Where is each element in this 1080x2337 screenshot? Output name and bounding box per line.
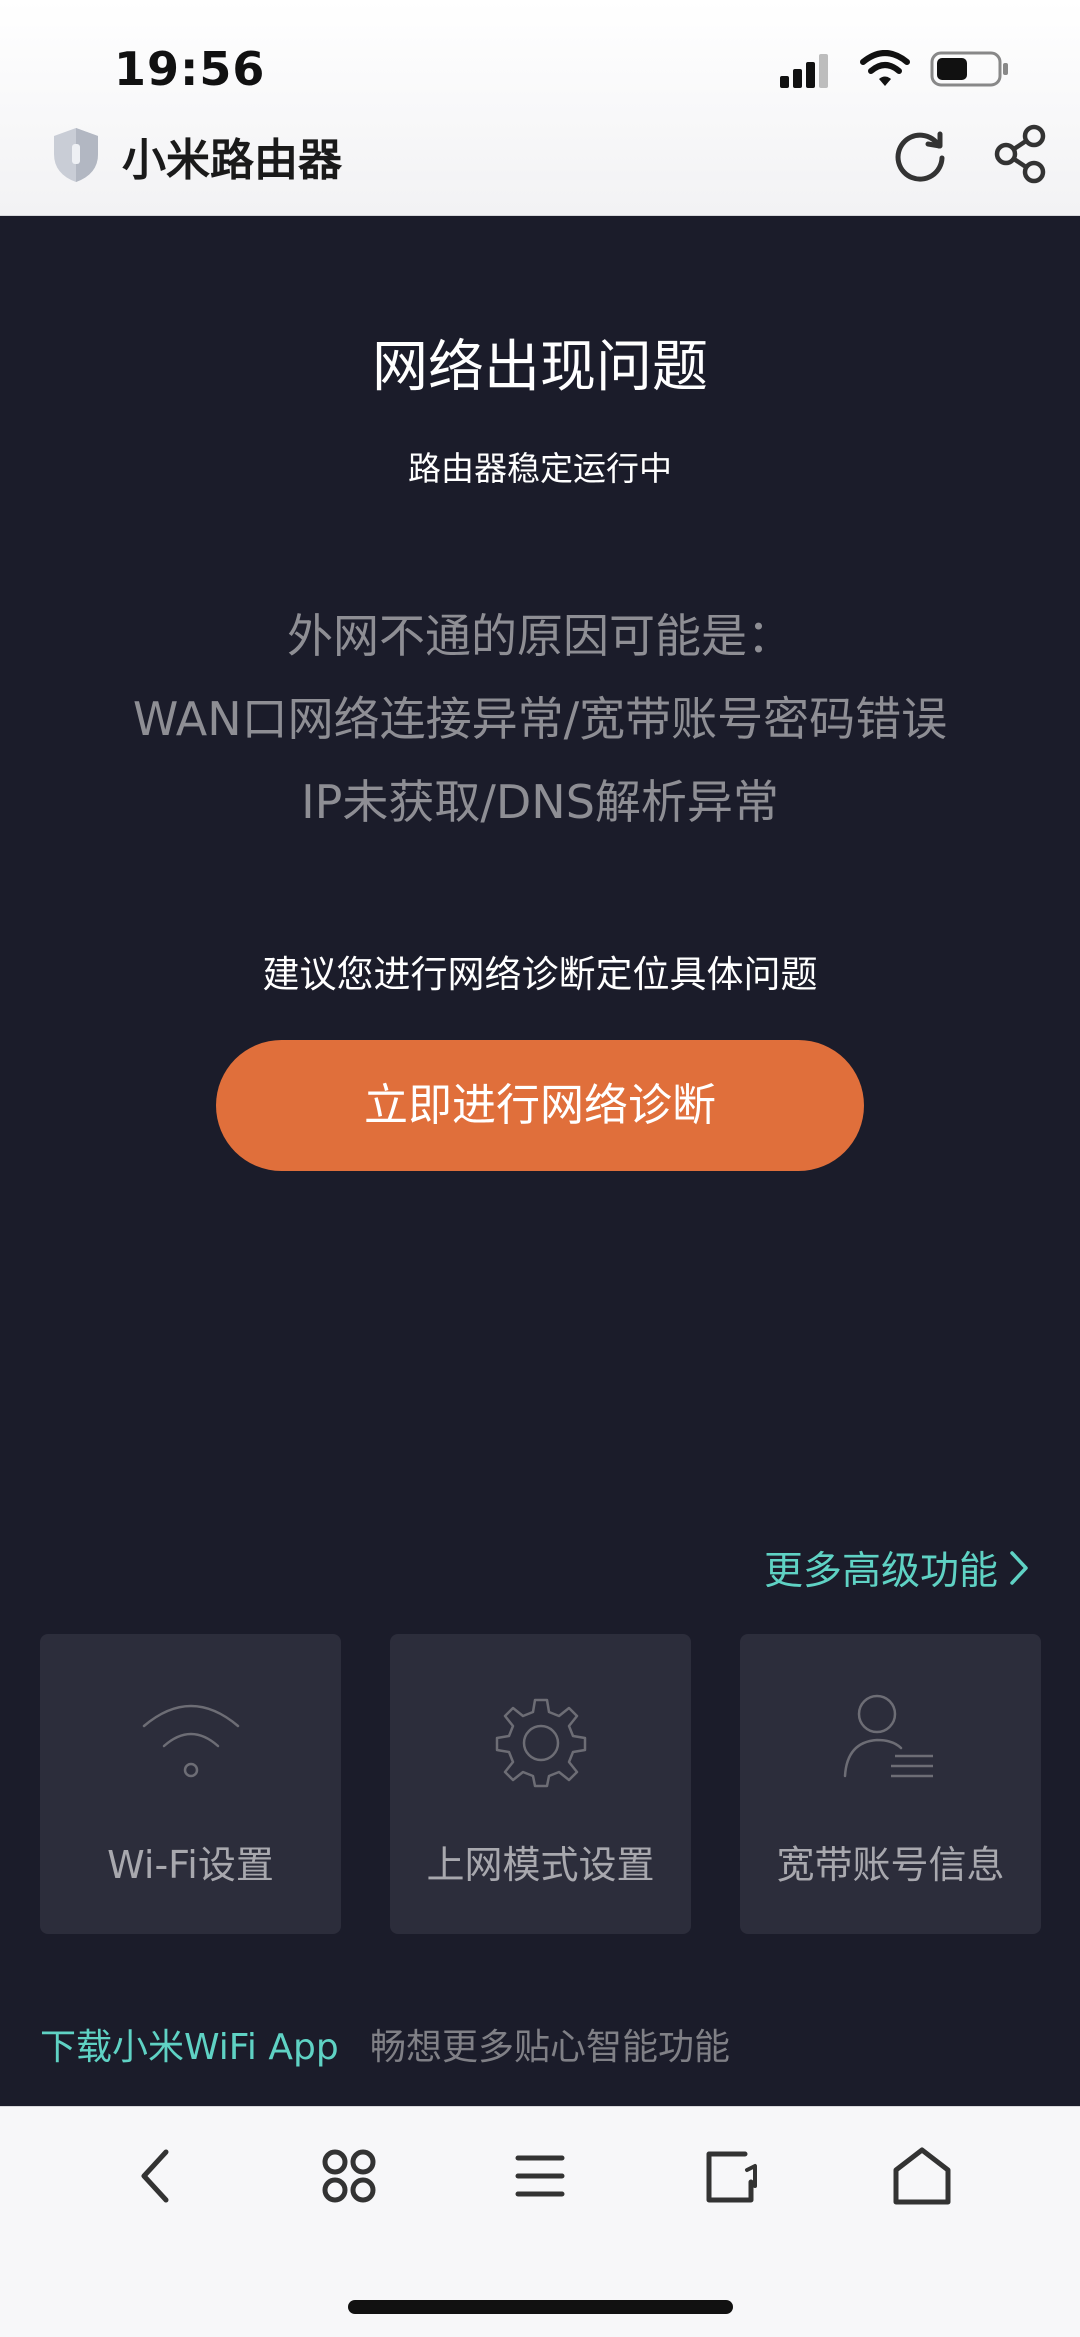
broadband-account-card[interactable]: 宽带账号信息 (740, 1634, 1041, 1934)
cellular-signal-icon (780, 54, 828, 88)
card-label: 宽带账号信息 (776, 1843, 1005, 1887)
back-icon[interactable] (122, 2140, 194, 2212)
shield-icon (54, 128, 98, 182)
more-features-link[interactable]: 更多高级功能 (764, 1540, 1030, 1596)
reason-line: IP未获取/DNS解析异常 (301, 775, 779, 829)
footer-tagline: 畅想更多贴心智能功能 (370, 2027, 731, 2068)
status-icons (780, 50, 1080, 90)
wifi-settings-card[interactable]: Wi-Fi设置 (40, 1634, 341, 1934)
card-label: 上网模式设置 (426, 1843, 655, 1887)
reason-line: WAN口网络连接异常/宽带账号密码错误 (132, 692, 948, 746)
page-title: 小米路由器 (122, 135, 342, 186)
gear-icon (495, 1698, 586, 1788)
home-icon[interactable] (886, 2140, 958, 2212)
suggestion-text: 建议您进行网络诊断定位具体问题 (262, 953, 818, 996)
more-features-label: 更多高级功能 (763, 1549, 998, 1594)
share-icon[interactable] (992, 124, 1052, 184)
card-label: Wi-Fi设置 (107, 1843, 274, 1887)
apps-icon[interactable] (313, 2140, 385, 2212)
user-account-icon (843, 1694, 933, 1778)
wifi-status-icon (860, 50, 910, 86)
internet-mode-card[interactable]: 上网模式设置 (390, 1634, 691, 1934)
home-indicator[interactable] (348, 2300, 733, 2314)
browser-top-bar: 19:56 小米路由器 (0, 0, 1080, 216)
wifi-icon (142, 1704, 239, 1778)
error-title: 网络出现问题 (372, 335, 708, 400)
diagnose-button[interactable]: 立即进行网络诊断 (216, 1040, 864, 1171)
reason-line: 外网不通的原因可能是： (287, 609, 793, 663)
status-time: 19:56 (114, 42, 266, 96)
download-app-link[interactable]: 下载小米WiFi App (40, 2018, 339, 2070)
tabs-icon[interactable] (695, 2140, 767, 2212)
menu-icon[interactable] (504, 2140, 576, 2212)
chevron-right-icon (1010, 1551, 1028, 1585)
router-status-text: 路由器稳定运行中 (408, 449, 672, 488)
reload-icon[interactable] (890, 124, 950, 184)
battery-icon (930, 51, 1008, 87)
